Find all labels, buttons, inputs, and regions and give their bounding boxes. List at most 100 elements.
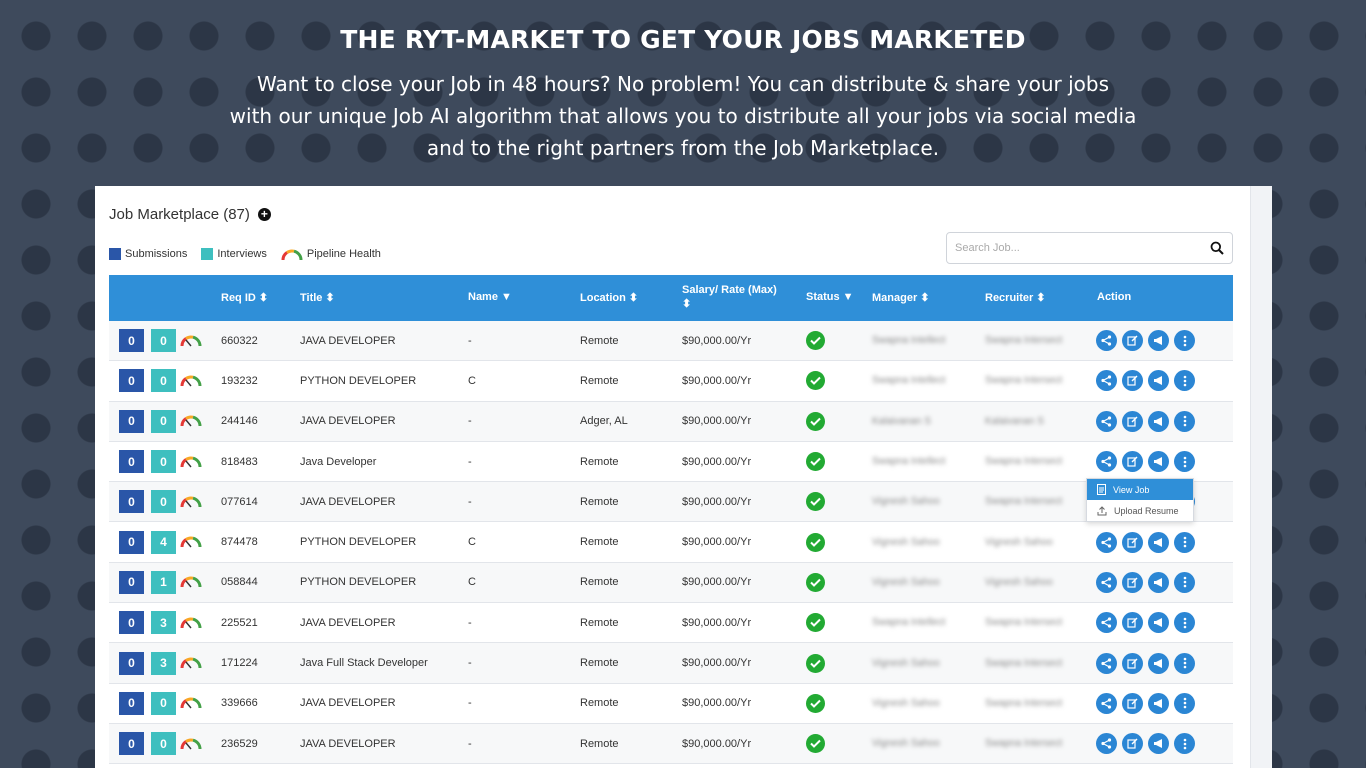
job-title[interactable]: PYTHON DEVELOPER	[300, 563, 416, 602]
upload-resume-menu-item[interactable]: Upload Resume	[1087, 500, 1193, 521]
col-recruiter[interactable]: Recruiter ⬍	[985, 291, 1046, 305]
job-title[interactable]: JAVA DEVELOPER	[300, 482, 396, 521]
table-row[interactable]: 0 0 244146 JAVA DEVELOPER - Adger, AL $90,000.…	[109, 401, 1233, 442]
table-row[interactable]: 0 0 236529 JAVA DEVELOPER - Remote $90,000.00/…	[109, 723, 1233, 765]
job-title[interactable]: JAVA DEVELOPER	[300, 402, 396, 441]
edit-button[interactable]	[1122, 330, 1143, 352]
req-id: 225521	[221, 616, 258, 629]
megaphone-button[interactable]	[1148, 531, 1169, 553]
share-button[interactable]	[1096, 451, 1117, 473]
search-icon[interactable]	[1210, 241, 1224, 255]
megaphone-button[interactable]	[1148, 370, 1169, 392]
more-button[interactable]	[1174, 410, 1195, 432]
table-row[interactable]: 0 0 077614 JAVA DEVELOPER - Remote $90,000.00/…	[109, 482, 1233, 523]
share-button[interactable]	[1096, 652, 1117, 674]
interviews-badge[interactable]: 0	[151, 691, 176, 715]
table-row[interactable]: 0 1 058844 PYTHON DEVELOPER C Remote $90,000.0…	[109, 562, 1233, 604]
job-title[interactable]: JAVA DEVELOPER	[300, 724, 396, 763]
table-row[interactable]: 0 0 818483 Java Developer - Remote $90,000.00/…	[109, 442, 1233, 483]
search-input[interactable]	[955, 242, 1210, 254]
edit-button[interactable]	[1122, 612, 1143, 634]
job-title[interactable]: PYTHON DEVELOPER	[300, 361, 416, 400]
share-button[interactable]	[1096, 410, 1117, 432]
more-button[interactable]	[1174, 612, 1195, 634]
edit-button[interactable]	[1122, 652, 1143, 674]
edit-button[interactable]	[1122, 692, 1143, 714]
submissions-badge[interactable]: 0	[119, 490, 144, 514]
share-button[interactable]	[1096, 692, 1117, 714]
submissions-badge[interactable]: 0	[119, 570, 144, 594]
table-row[interactable]: 0 0 660322 JAVA DEVELOPER - Remote $90,000.00/…	[109, 321, 1233, 362]
submissions-badge[interactable]: 0	[119, 369, 144, 393]
submissions-badge[interactable]: 0	[119, 732, 144, 756]
megaphone-button[interactable]	[1148, 410, 1169, 432]
interviews-badge[interactable]: 3	[151, 611, 176, 635]
edit-button[interactable]	[1122, 451, 1143, 473]
job-title[interactable]: Java Full Stack Developer	[300, 643, 428, 682]
edit-button[interactable]	[1122, 370, 1143, 392]
share-button[interactable]	[1096, 571, 1117, 593]
col-req-id[interactable]: Req ID ⬍	[221, 291, 268, 305]
submissions-badge[interactable]: 0	[119, 409, 144, 433]
more-button[interactable]	[1174, 733, 1195, 755]
edit-button[interactable]	[1122, 733, 1143, 755]
megaphone-button[interactable]	[1148, 692, 1169, 714]
job-title[interactable]: JAVA DEVELOPER	[300, 603, 396, 642]
col-name[interactable]: Name ▼	[468, 291, 512, 303]
job-title[interactable]: JAVA DEVELOPER	[300, 321, 396, 360]
edit-button[interactable]	[1122, 571, 1143, 593]
share-button[interactable]	[1096, 330, 1117, 352]
interviews-badge[interactable]: 1	[151, 570, 176, 594]
share-button[interactable]	[1096, 370, 1117, 392]
interviews-badge[interactable]: 0	[151, 329, 176, 353]
job-title[interactable]: PYTHON DEVELOPER	[300, 522, 416, 561]
more-button[interactable]	[1174, 692, 1195, 714]
col-manager[interactable]: Manager ⬍	[872, 291, 929, 305]
interviews-badge[interactable]: 0	[151, 490, 176, 514]
interviews-badge[interactable]: 4	[151, 530, 176, 554]
megaphone-button[interactable]	[1148, 451, 1169, 473]
col-location[interactable]: Location ⬍	[580, 291, 638, 305]
edit-icon	[1127, 698, 1138, 709]
submissions-badge[interactable]: 0	[119, 651, 144, 675]
more-button[interactable]	[1174, 531, 1195, 553]
interviews-badge[interactable]: 0	[151, 732, 176, 756]
col-status[interactable]: Status ▼	[806, 291, 854, 303]
more-button[interactable]	[1174, 330, 1195, 352]
share-button[interactable]	[1096, 531, 1117, 553]
megaphone-button[interactable]	[1148, 733, 1169, 755]
share-button[interactable]	[1096, 733, 1117, 755]
submissions-badge[interactable]: 0	[119, 611, 144, 635]
table-row[interactable]: 0 4 874478 PYTHON DEVELOPER C Remote $90,000.0…	[109, 522, 1233, 563]
submissions-badge[interactable]: 0	[119, 530, 144, 554]
job-title[interactable]: JAVA DEVELOPER	[300, 684, 396, 723]
more-button[interactable]	[1174, 571, 1195, 593]
job-title[interactable]: Java Developer	[300, 442, 376, 481]
more-button[interactable]	[1174, 370, 1195, 392]
table-row[interactable]: 0 3 225521 JAVA DEVELOPER - Remote $90,000.00/…	[109, 603, 1233, 644]
col-title[interactable]: Title ⬍	[300, 291, 335, 305]
table-row[interactable]: 0 3 171224 Java Full Stack Developer - Remote…	[109, 643, 1233, 684]
more-button[interactable]	[1174, 451, 1195, 473]
megaphone-button[interactable]	[1148, 330, 1169, 352]
submissions-badge[interactable]: 0	[119, 691, 144, 715]
col-salary[interactable]: Salary/ Rate (Max) ⬍	[682, 283, 777, 311]
filter-icon: ▼	[500, 291, 512, 303]
interviews-badge[interactable]: 3	[151, 651, 176, 675]
interviews-badge[interactable]: 0	[151, 369, 176, 393]
interviews-badge[interactable]: 0	[151, 450, 176, 474]
edit-button[interactable]	[1122, 410, 1143, 432]
submissions-badge[interactable]: 0	[119, 450, 144, 474]
table-row[interactable]: 0 0 339666 JAVA DEVELOPER - Remote $90,000.00/…	[109, 684, 1233, 724]
megaphone-button[interactable]	[1148, 571, 1169, 593]
share-button[interactable]	[1096, 612, 1117, 634]
megaphone-button[interactable]	[1148, 612, 1169, 634]
add-job-icon[interactable]: +	[257, 208, 271, 221]
megaphone-button[interactable]	[1148, 652, 1169, 674]
view-job-menu-item[interactable]: View Job	[1087, 479, 1193, 500]
submissions-badge[interactable]: 0	[119, 329, 144, 353]
table-row[interactable]: 0 0 193232 PYTHON DEVELOPER C Remote $90,000.0…	[109, 361, 1233, 402]
more-button[interactable]	[1174, 652, 1195, 674]
interviews-badge[interactable]: 0	[151, 409, 176, 433]
edit-button[interactable]	[1122, 531, 1143, 553]
